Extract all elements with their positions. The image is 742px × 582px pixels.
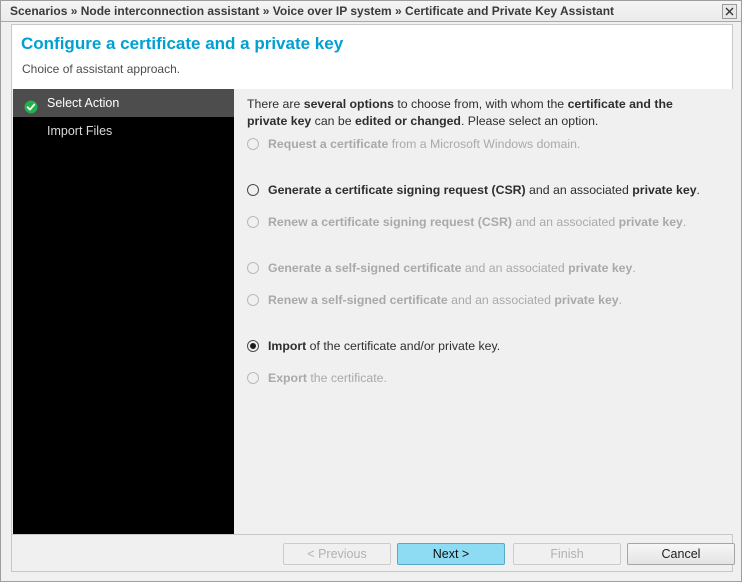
close-glyph <box>725 7 734 16</box>
option-bold: Renew a certificate signing request (CSR… <box>268 215 512 229</box>
option-bold: Renew a self-signed certificate <box>268 293 448 307</box>
page-subtitle: Choice of assistant approach. <box>22 62 181 76</box>
wizard-footer: < Previous Next > Finish Cancel <box>11 534 735 572</box>
wizard-body: Select Action Import Files There are sev… <box>11 89 733 534</box>
radio-option-renew-csr[interactable]: Renew a certificate signing request (CSR… <box>247 215 717 230</box>
next-button[interactable]: Next > <box>397 543 505 565</box>
wizard-content-panel: There are several options to choose from… <box>234 89 733 534</box>
title-bar: Scenarios » Node interconnection assista… <box>1 1 741 22</box>
option-rest: and an associated <box>525 183 633 197</box>
option-bold: Import <box>268 339 307 353</box>
option-tail-rest: . <box>696 183 700 197</box>
option-tail-rest: . <box>618 293 623 307</box>
radio-option-generate-self-signed[interactable]: Generate a self-signed certificate and a… <box>247 261 717 276</box>
radio-option-import[interactable]: Import of the certificate and/or private… <box>247 339 717 354</box>
radio-option-renew-self-signed[interactable]: Renew a self-signed certificate and an a… <box>247 293 717 308</box>
intro-bold: edited or changed <box>355 114 461 128</box>
radio-indicator <box>247 294 259 306</box>
option-bold: Request a certificate <box>268 137 389 151</box>
wizard-step-sidebar: Select Action Import Files <box>13 89 234 534</box>
radio-indicator <box>247 138 259 150</box>
option-rest: from a Microsoft Windows domain. <box>388 137 581 151</box>
intro-part: . Please select an option. <box>460 114 599 128</box>
option-bold: Generate a certificate signing request (… <box>268 183 526 197</box>
radio-indicator <box>247 262 259 274</box>
option-bold: Export <box>268 371 307 385</box>
option-rest: and an associated <box>447 293 555 307</box>
action-radio-group: Request a certificate from a Microsoft W… <box>247 137 717 386</box>
sidebar-item-select-action[interactable]: Select Action <box>13 89 234 117</box>
radio-indicator <box>247 372 259 384</box>
check-circle-icon <box>24 96 38 114</box>
sidebar-item-label: Select Action <box>47 96 120 110</box>
option-tail-bold: private key <box>618 215 683 229</box>
option-tail-bold: private key <box>568 261 633 275</box>
radio-option-export[interactable]: Export the certificate. <box>247 371 717 386</box>
cancel-button[interactable]: Cancel <box>627 543 735 565</box>
option-rest: the certificate. <box>306 371 387 385</box>
wizard-header: Configure a certificate and a private ke… <box>11 24 733 89</box>
option-rest: and an associated <box>461 261 569 275</box>
intro-bold: several options <box>303 97 394 111</box>
sidebar-item-label: Import Files <box>47 124 113 138</box>
radio-indicator-selected <box>247 340 259 352</box>
option-tail-bold: private key <box>554 293 619 307</box>
radio-indicator <box>247 184 259 196</box>
close-icon[interactable] <box>722 4 737 19</box>
sidebar-item-import-files[interactable]: Import Files <box>13 117 234 145</box>
intro-part: There are <box>247 97 304 111</box>
option-tail-rest: . <box>682 215 687 229</box>
intro-text: There are several options to choose from… <box>247 96 715 130</box>
radio-indicator <box>247 216 259 228</box>
page-title: Configure a certificate and a private ke… <box>21 34 344 53</box>
intro-part: can be <box>311 114 356 128</box>
option-tail-bold: private key <box>632 183 697 197</box>
radio-option-request-certificate[interactable]: Request a certificate from a Microsoft W… <box>247 137 717 152</box>
previous-button[interactable]: < Previous <box>283 543 391 565</box>
wizard-window: Scenarios » Node interconnection assista… <box>0 0 742 582</box>
option-tail-rest: . <box>632 261 636 275</box>
intro-part: to choose from, with whom the <box>393 97 568 111</box>
breadcrumb: Scenarios » Node interconnection assista… <box>10 4 615 18</box>
option-rest: and an associated <box>511 215 619 229</box>
radio-option-generate-csr[interactable]: Generate a certificate signing request (… <box>247 183 717 198</box>
option-rest: of the certificate and/or private key. <box>306 339 501 353</box>
option-bold: Generate a self-signed certificate <box>268 261 462 275</box>
finish-button[interactable]: Finish <box>513 543 621 565</box>
